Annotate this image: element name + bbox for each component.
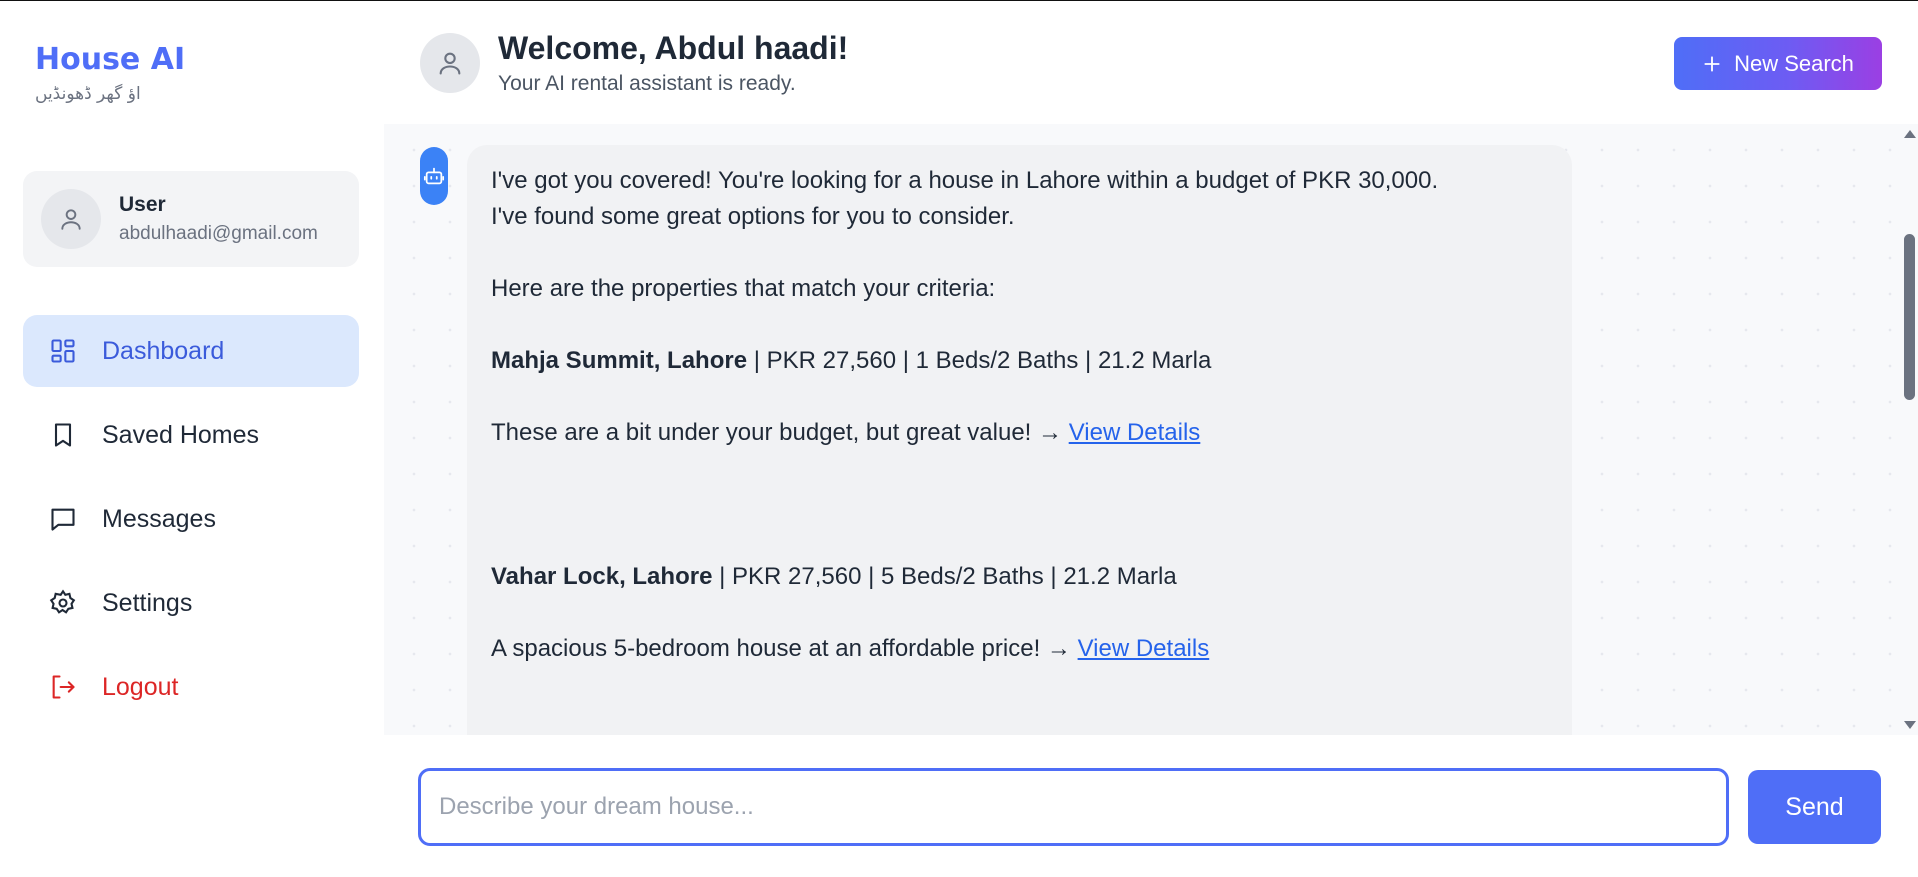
property-listing: Mahja Summit, Lahore | PKR 27,560 | 1 Be… <box>491 343 1548 379</box>
note-text: These are a bit under your budget, but g… <box>491 419 1069 446</box>
sidebar-item-dashboard[interactable]: Dashboard <box>23 315 359 387</box>
avatar <box>41 189 101 249</box>
new-search-label: New Search <box>1734 50 1854 76</box>
sidebar-item-settings[interactable]: Settings <box>23 567 359 639</box>
sidebar-item-label: Dashboard <box>102 336 225 365</box>
robot-icon <box>423 167 445 185</box>
user-email: abdulhaadi@gmail.com <box>119 223 318 244</box>
sidebar: House AI اؤ گھر ڈھونڈیں User abdulhaadi@… <box>0 2 384 877</box>
scroll-thumb[interactable] <box>1904 234 1915 400</box>
property-note: These are a bit under your budget, but g… <box>491 415 1548 451</box>
bookmark-icon <box>47 419 79 451</box>
brand-tagline: اؤ گھر ڈھونڈیں <box>35 84 141 104</box>
chat-area[interactable]: I've got you covered! You're looking for… <box>384 124 1918 735</box>
gear-icon <box>47 587 79 619</box>
dashboard-icon <box>47 335 79 367</box>
message-input[interactable] <box>418 768 1729 846</box>
sidebar-item-label: Settings <box>102 588 193 617</box>
property-details: | PKR 27,560 | 1 Beds/2 Baths | 21.2 Mar… <box>747 347 1212 374</box>
user-card[interactable]: User abdulhaadi@gmail.com <box>23 171 359 267</box>
user-icon <box>61 209 81 230</box>
user-name: User <box>119 193 166 216</box>
brand-title: House AI <box>35 42 186 77</box>
property-details: | PKR 27,560 | 5 Beds/2 Baths | 21.2 Mar… <box>712 563 1177 590</box>
property-name: Vahar Lock, Lahore <box>491 563 713 590</box>
avatar[interactable] <box>420 33 480 93</box>
sidebar-item-label: Messages <box>102 504 216 533</box>
property-note: A spacious 5-bedroom house at an afforda… <box>491 631 1548 667</box>
bot-message-bubble: I've got you covered! You're looking for… <box>467 145 1572 735</box>
logout-icon <box>47 671 79 703</box>
user-icon <box>439 52 461 75</box>
message-icon <box>47 503 79 535</box>
send-button[interactable]: Send <box>1748 770 1881 844</box>
note-text: A spacious 5-bedroom house at an afforda… <box>491 635 1078 662</box>
message-composer: Send <box>384 735 1918 877</box>
page-subtitle: Your AI rental assistant is ready. <box>498 72 796 95</box>
message-text: I've found some great options for you to… <box>491 203 1015 230</box>
bot-avatar <box>420 147 448 205</box>
message-text: I've got you covered! You're looking for… <box>491 167 1439 194</box>
sidebar-item-messages[interactable]: Messages <box>23 483 359 555</box>
property-listing: Vahar Lock, Lahore | PKR 27,560 | 5 Beds… <box>491 559 1548 595</box>
view-details-link[interactable]: View Details <box>1069 419 1201 446</box>
message-text: Here are the properties that match your … <box>491 275 996 302</box>
sidebar-item-logout[interactable]: Logout <box>23 651 359 723</box>
scroll-down-arrow-icon[interactable] <box>1904 721 1916 729</box>
plus-icon <box>1704 55 1720 72</box>
chat-scrollbar[interactable] <box>1900 124 1918 735</box>
page-header: Welcome, Abdul haadi! Your AI rental ass… <box>384 2 1918 124</box>
sidebar-item-label: Logout <box>102 672 179 701</box>
main-panel: Welcome, Abdul haadi! Your AI rental ass… <box>384 2 1918 877</box>
page-title: Welcome, Abdul haadi! <box>498 30 849 66</box>
property-name: Mahja Summit, Lahore <box>491 347 748 374</box>
new-search-button[interactable]: New Search <box>1674 37 1882 90</box>
scroll-up-arrow-icon[interactable] <box>1904 130 1916 138</box>
view-details-link[interactable]: View Details <box>1078 635 1210 662</box>
sidebar-item-saved-homes[interactable]: Saved Homes <box>23 399 359 471</box>
sidebar-item-label: Saved Homes <box>102 420 260 449</box>
